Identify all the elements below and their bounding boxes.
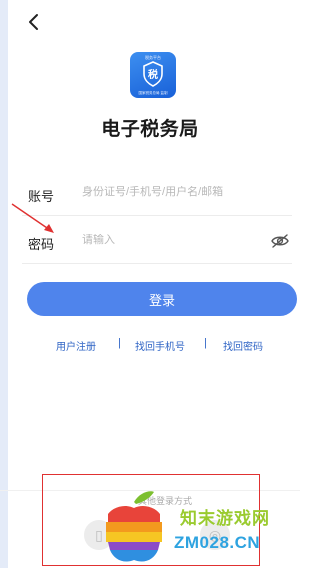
watermark-logo-icon bbox=[106, 491, 162, 562]
password-visibility-toggle[interactable] bbox=[270, 233, 290, 249]
logo-bottom-text: 国家税务总局 监制 bbox=[138, 91, 168, 95]
shield-icon: 税 bbox=[143, 61, 163, 87]
back-arrow-icon bbox=[29, 14, 38, 30]
eye-off-icon bbox=[271, 234, 289, 248]
find-phone-link[interactable]: 找回手机号 bbox=[135, 338, 185, 353]
password-row: 密码 bbox=[22, 220, 292, 264]
login-button[interactable]: 登录 bbox=[27, 282, 297, 316]
register-link[interactable]: 用户注册 bbox=[56, 338, 96, 353]
page-title: 电子税务局 bbox=[101, 119, 199, 140]
account-input[interactable] bbox=[82, 186, 262, 198]
find-password-link[interactable]: 找回密码 bbox=[223, 338, 263, 353]
link-separator: | bbox=[118, 337, 121, 349]
tax-bureau-logo: 税务平台 税 国家税务总局 监制 bbox=[130, 52, 176, 98]
annotation-arrow-icon bbox=[11, 203, 54, 233]
link-separator: | bbox=[204, 337, 207, 349]
password-input[interactable] bbox=[82, 234, 262, 246]
side-strip bbox=[0, 0, 8, 568]
account-row: 账号 bbox=[22, 172, 292, 216]
watermark-site-name: 知末游戏网 bbox=[180, 509, 270, 528]
account-links: 用户注册 | 找回手机号 | 找回密码 bbox=[0, 337, 300, 354]
back-button[interactable] bbox=[22, 10, 44, 34]
watermark-site-url: ZM028.CN bbox=[174, 533, 261, 552]
logo-badge-char: 税 bbox=[148, 68, 158, 81]
